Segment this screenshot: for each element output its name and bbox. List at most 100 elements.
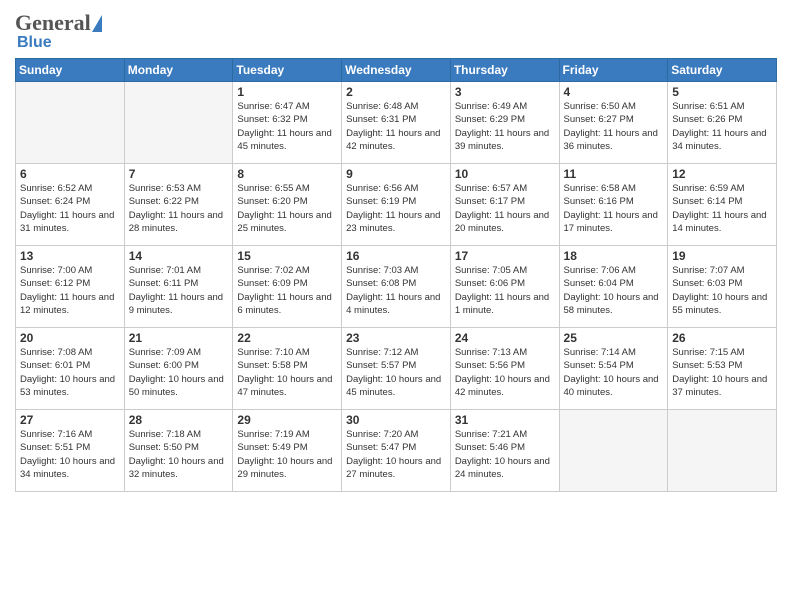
weekday-header-tuesday: Tuesday: [233, 59, 342, 82]
daylight-text: Daylight: 11 hours and 42 minutes.: [346, 128, 440, 152]
day-info: Sunrise: 6:55 AMSunset: 6:20 PMDaylight:…: [237, 182, 337, 235]
calendar-cell: 28Sunrise: 7:18 AMSunset: 5:50 PMDayligh…: [124, 410, 233, 492]
calendar-cell: 11Sunrise: 6:58 AMSunset: 6:16 PMDayligh…: [559, 164, 668, 246]
day-info: Sunrise: 6:56 AMSunset: 6:19 PMDaylight:…: [346, 182, 446, 235]
sunrise-text: Sunrise: 7:07 AM: [672, 265, 744, 276]
calendar-cell: 23Sunrise: 7:12 AMSunset: 5:57 PMDayligh…: [342, 328, 451, 410]
sunset-text: Sunset: 6:08 PM: [346, 278, 416, 289]
calendar-cell: 31Sunrise: 7:21 AMSunset: 5:46 PMDayligh…: [450, 410, 559, 492]
day-info: Sunrise: 6:52 AMSunset: 6:24 PMDaylight:…: [20, 182, 120, 235]
day-number: 16: [346, 249, 446, 263]
daylight-text: Daylight: 10 hours and 24 minutes.: [455, 456, 550, 480]
sunset-text: Sunset: 5:58 PM: [237, 360, 307, 371]
sunrise-text: Sunrise: 7:21 AM: [455, 429, 527, 440]
day-number: 4: [564, 85, 664, 99]
calendar-cell: 12Sunrise: 6:59 AMSunset: 6:14 PMDayligh…: [668, 164, 777, 246]
day-number: 8: [237, 167, 337, 181]
sunset-text: Sunset: 6:32 PM: [237, 114, 307, 125]
logo-blue-text: Blue: [17, 34, 102, 52]
day-number: 27: [20, 413, 120, 427]
calendar-cell: 27Sunrise: 7:16 AMSunset: 5:51 PMDayligh…: [16, 410, 125, 492]
sunset-text: Sunset: 5:47 PM: [346, 442, 416, 453]
calendar-cell: 5Sunrise: 6:51 AMSunset: 6:26 PMDaylight…: [668, 82, 777, 164]
calendar-cell: 16Sunrise: 7:03 AMSunset: 6:08 PMDayligh…: [342, 246, 451, 328]
day-info: Sunrise: 7:02 AMSunset: 6:09 PMDaylight:…: [237, 264, 337, 317]
calendar-cell: 3Sunrise: 6:49 AMSunset: 6:29 PMDaylight…: [450, 82, 559, 164]
sunset-text: Sunset: 5:51 PM: [20, 442, 90, 453]
sunrise-text: Sunrise: 7:19 AM: [237, 429, 309, 440]
sunrise-text: Sunrise: 6:51 AM: [672, 101, 744, 112]
day-number: 11: [564, 167, 664, 181]
day-info: Sunrise: 6:49 AMSunset: 6:29 PMDaylight:…: [455, 100, 555, 153]
day-info: Sunrise: 7:10 AMSunset: 5:58 PMDaylight:…: [237, 346, 337, 399]
logo-general-text: General: [15, 10, 91, 36]
sunset-text: Sunset: 6:00 PM: [129, 360, 199, 371]
sunset-text: Sunset: 6:16 PM: [564, 196, 634, 207]
daylight-text: Daylight: 10 hours and 27 minutes.: [346, 456, 441, 480]
day-info: Sunrise: 7:07 AMSunset: 6:03 PMDaylight:…: [672, 264, 772, 317]
calendar-cell: 9Sunrise: 6:56 AMSunset: 6:19 PMDaylight…: [342, 164, 451, 246]
day-info: Sunrise: 7:13 AMSunset: 5:56 PMDaylight:…: [455, 346, 555, 399]
calendar-cell: 29Sunrise: 7:19 AMSunset: 5:49 PMDayligh…: [233, 410, 342, 492]
day-number: 23: [346, 331, 446, 345]
sunrise-text: Sunrise: 7:15 AM: [672, 347, 744, 358]
calendar-cell: 24Sunrise: 7:13 AMSunset: 5:56 PMDayligh…: [450, 328, 559, 410]
calendar-cell: 15Sunrise: 7:02 AMSunset: 6:09 PMDayligh…: [233, 246, 342, 328]
daylight-text: Daylight: 10 hours and 47 minutes.: [237, 374, 332, 398]
calendar-table: SundayMondayTuesdayWednesdayThursdayFrid…: [15, 58, 777, 492]
day-number: 17: [455, 249, 555, 263]
sunset-text: Sunset: 5:50 PM: [129, 442, 199, 453]
day-number: 2: [346, 85, 446, 99]
daylight-text: Daylight: 11 hours and 20 minutes.: [455, 210, 549, 234]
sunrise-text: Sunrise: 7:20 AM: [346, 429, 418, 440]
calendar-cell: 1Sunrise: 6:47 AMSunset: 6:32 PMDaylight…: [233, 82, 342, 164]
sunset-text: Sunset: 5:53 PM: [672, 360, 742, 371]
sunset-text: Sunset: 6:24 PM: [20, 196, 90, 207]
day-info: Sunrise: 7:21 AMSunset: 5:46 PMDaylight:…: [455, 428, 555, 481]
sunrise-text: Sunrise: 6:55 AM: [237, 183, 309, 194]
day-info: Sunrise: 7:05 AMSunset: 6:06 PMDaylight:…: [455, 264, 555, 317]
sunrise-text: Sunrise: 6:50 AM: [564, 101, 636, 112]
sunrise-text: Sunrise: 6:56 AM: [346, 183, 418, 194]
calendar-cell: 20Sunrise: 7:08 AMSunset: 6:01 PMDayligh…: [16, 328, 125, 410]
day-number: 7: [129, 167, 229, 181]
sunrise-text: Sunrise: 6:59 AM: [672, 183, 744, 194]
sunrise-text: Sunrise: 6:48 AM: [346, 101, 418, 112]
sunrise-text: Sunrise: 6:57 AM: [455, 183, 527, 194]
calendar-cell: 25Sunrise: 7:14 AMSunset: 5:54 PMDayligh…: [559, 328, 668, 410]
day-number: 10: [455, 167, 555, 181]
day-info: Sunrise: 6:58 AMSunset: 6:16 PMDaylight:…: [564, 182, 664, 235]
daylight-text: Daylight: 10 hours and 45 minutes.: [346, 374, 441, 398]
daylight-text: Daylight: 11 hours and 28 minutes.: [129, 210, 223, 234]
sunrise-text: Sunrise: 6:53 AM: [129, 183, 201, 194]
calendar-cell: 10Sunrise: 6:57 AMSunset: 6:17 PMDayligh…: [450, 164, 559, 246]
logo-triangle-icon: [92, 15, 102, 32]
day-number: 26: [672, 331, 772, 345]
daylight-text: Daylight: 11 hours and 17 minutes.: [564, 210, 658, 234]
sunrise-text: Sunrise: 6:52 AM: [20, 183, 92, 194]
sunrise-text: Sunrise: 7:12 AM: [346, 347, 418, 358]
day-info: Sunrise: 6:51 AMSunset: 6:26 PMDaylight:…: [672, 100, 772, 153]
sunset-text: Sunset: 6:20 PM: [237, 196, 307, 207]
sunset-text: Sunset: 6:27 PM: [564, 114, 634, 125]
calendar-week-3: 13Sunrise: 7:00 AMSunset: 6:12 PMDayligh…: [16, 246, 777, 328]
daylight-text: Daylight: 10 hours and 29 minutes.: [237, 456, 332, 480]
sunset-text: Sunset: 5:54 PM: [564, 360, 634, 371]
weekday-header-friday: Friday: [559, 59, 668, 82]
sunrise-text: Sunrise: 6:49 AM: [455, 101, 527, 112]
sunrise-text: Sunrise: 7:09 AM: [129, 347, 201, 358]
day-number: 20: [20, 331, 120, 345]
daylight-text: Daylight: 10 hours and 58 minutes.: [564, 292, 659, 316]
sunset-text: Sunset: 5:56 PM: [455, 360, 525, 371]
day-number: 18: [564, 249, 664, 263]
calendar-cell: 18Sunrise: 7:06 AMSunset: 6:04 PMDayligh…: [559, 246, 668, 328]
sunrise-text: Sunrise: 7:16 AM: [20, 429, 92, 440]
day-number: 31: [455, 413, 555, 427]
sunset-text: Sunset: 6:12 PM: [20, 278, 90, 289]
sunrise-text: Sunrise: 7:13 AM: [455, 347, 527, 358]
calendar-cell: 4Sunrise: 6:50 AMSunset: 6:27 PMDaylight…: [559, 82, 668, 164]
day-info: Sunrise: 7:01 AMSunset: 6:11 PMDaylight:…: [129, 264, 229, 317]
day-info: Sunrise: 7:00 AMSunset: 6:12 PMDaylight:…: [20, 264, 120, 317]
daylight-text: Daylight: 11 hours and 14 minutes.: [672, 210, 766, 234]
header: General Blue: [15, 10, 777, 52]
